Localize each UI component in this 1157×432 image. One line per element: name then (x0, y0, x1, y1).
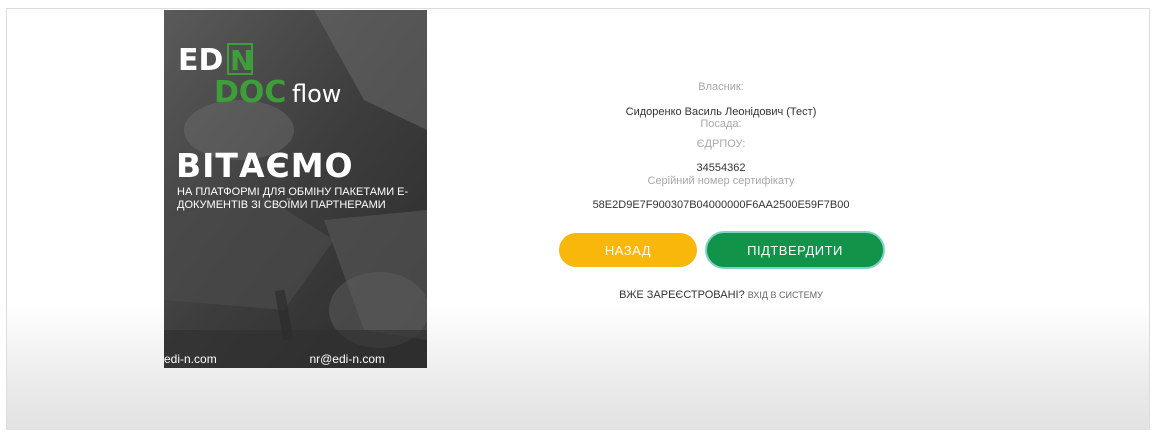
site-link[interactable]: edi-n.com (164, 352, 217, 366)
welcome-heading: ВІТАЄМО (176, 146, 354, 185)
position-value (560, 131, 882, 135)
email-link[interactable]: nr@edi-n.com (309, 352, 385, 366)
edrpou-value: 34554362 (696, 162, 746, 174)
login-link[interactable]: ВХІД В СИСТЕМУ (748, 290, 823, 300)
action-buttons: НАЗАД ПІДТВЕРДИТИ (559, 233, 883, 269)
position-label: Посада: (700, 118, 742, 130)
promo-panel: ED N DOC flow ВІТАЄМО НА ПЛАТФОРМІ ДЛЯ О… (164, 10, 427, 368)
promo-contacts: edi-n.com nr@edi-n.com (164, 352, 427, 366)
already-registered: ВЖЕ ЗАРЕЄСТРОВАНІ? ВХІД В СИСТЕМУ (560, 289, 882, 301)
confirm-button[interactable]: ПІДТВЕРДИТИ (707, 233, 883, 267)
svg-text:N: N (230, 44, 253, 77)
back-button[interactable]: НАЗАД (559, 233, 697, 267)
already-registered-text: ВЖЕ ЗАРЕЄСТРОВАНІ? (619, 289, 745, 301)
owner-label: Власник: (698, 81, 744, 93)
edn-docflow-logo: ED N DOC flow (178, 43, 341, 110)
serial-label: Серійний номер сертифікату (647, 175, 795, 187)
serial-value: 58E2D9E7F900307B04000000F6AA2500E59F7B00 (592, 199, 850, 211)
platform-tagline: НА ПЛАТФОРМІ ДЛЯ ОБМІНУ ПАКЕТАМИ Е-ДОКУМ… (177, 186, 409, 211)
svg-text:flow: flow (292, 80, 341, 108)
edrpou-label: ЄДРПОУ: (696, 138, 746, 150)
svg-text:ED: ED (178, 43, 223, 78)
svg-text:DOC: DOC (214, 75, 286, 110)
certificate-info: Власник: Сидоренко Василь Леонідович (Те… (560, 80, 882, 212)
